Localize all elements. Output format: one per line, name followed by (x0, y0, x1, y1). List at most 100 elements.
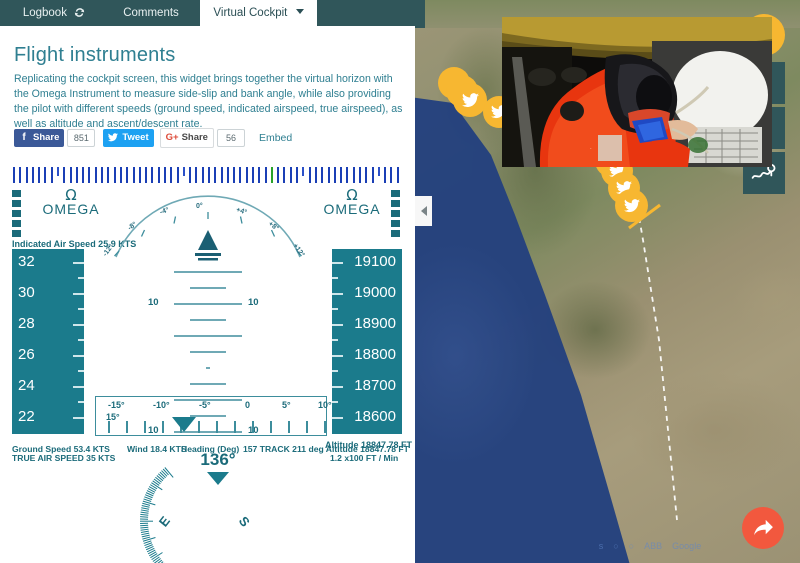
tape-tick (327, 167, 330, 183)
slip-scale-tick (108, 421, 110, 433)
altitude-tick-value: 19100 (354, 253, 396, 270)
tape-tick (57, 167, 60, 176)
embed-link[interactable]: Embed (259, 132, 292, 144)
tape-tick (377, 167, 380, 176)
tape-tick (277, 167, 280, 183)
compass-tick (140, 523, 149, 526)
compass-tick (140, 517, 149, 520)
tape-tick (245, 167, 248, 183)
tape-tick (352, 167, 355, 183)
tape-tick (94, 167, 97, 183)
tape-tick (113, 167, 116, 183)
tape-tick (340, 167, 343, 183)
map-panel[interactable]: + − (415, 0, 800, 563)
cockpit-video-overlay[interactable]: . (502, 17, 772, 167)
pitch-bar (190, 351, 226, 353)
tape-tick (390, 167, 393, 183)
tape-tick (170, 167, 173, 183)
tape-tick (258, 167, 261, 183)
tape-tick (50, 167, 53, 183)
tape-tick (289, 167, 292, 183)
tape-tick (25, 167, 28, 183)
tape-tick (201, 167, 204, 183)
tape-tick (82, 167, 85, 183)
map-attribution-item: Google (672, 541, 702, 551)
refresh-icon[interactable] (74, 2, 85, 28)
twitter-bird-icon (461, 92, 479, 107)
page-description: Replicating the cockpit screen, this wid… (14, 73, 403, 131)
tape-tick (176, 167, 179, 183)
pitch-label-left: 10 (148, 297, 159, 308)
tape-tick (69, 167, 72, 183)
cockpit-panel: Logbook Comments Virtual Cockpit Flight … (0, 0, 415, 563)
tape-tick (157, 167, 160, 183)
map-attribution-item: ○ (628, 541, 635, 551)
altitude-tick (332, 262, 343, 264)
airspeed-tick (73, 355, 84, 357)
altitude-tick-minor (332, 277, 338, 279)
tab-bar-filler (318, 0, 415, 26)
slip-scale-tick (306, 421, 308, 433)
altitude-tick-value: 18700 (354, 377, 396, 394)
slip-scale-tick (270, 421, 272, 433)
airspeed-tape: 32 30 28 26 24 22 (12, 249, 84, 434)
tape-tick (195, 167, 198, 183)
map-attribution-item: s (598, 541, 604, 551)
side-slip-indicator: -15° -10° -5° 0 5° 10° 15° (95, 396, 332, 436)
twitter-share-button[interactable]: Tweet (103, 128, 154, 147)
slip-scale-label: 0 (245, 400, 251, 410)
tab-virtual-cockpit-label: Virtual Cockpit (213, 7, 288, 19)
slip-scale-tick (216, 421, 218, 433)
tab-virtual-cockpit[interactable]: Virtual Cockpit (200, 0, 317, 26)
tape-tick (270, 167, 273, 183)
slip-scale-tick (162, 421, 164, 433)
pitch-bar (174, 303, 242, 305)
facebook-share-button[interactable]: f Share (14, 128, 65, 147)
googleplus-share-button[interactable]: G+ Share (159, 127, 214, 148)
tab-bar: Logbook Comments Virtual Cockpit (0, 0, 415, 26)
tape-tick (138, 167, 141, 183)
bank-label: 0° (196, 203, 203, 210)
tab-comments[interactable]: Comments (105, 0, 197, 26)
tab-logbook[interactable]: Logbook (8, 0, 100, 26)
altitude-tick-minor (332, 339, 338, 341)
pitch-bar (174, 335, 242, 337)
slip-scale-tick (288, 421, 290, 433)
tab-logbook-label: Logbook (22, 7, 67, 19)
tweet-marker[interactable] (615, 189, 648, 222)
twitter-bird-icon (623, 198, 640, 212)
collapse-panel-button[interactable] (415, 196, 432, 226)
tape-tick (208, 167, 210, 183)
tape-tick (107, 167, 110, 183)
slip-scale-tick (234, 421, 236, 433)
tape-tick (233, 167, 236, 183)
tape-tick (252, 167, 255, 183)
slip-scale-tick (144, 421, 146, 433)
compass-tick (140, 519, 153, 522)
altitude-tick-value: 18600 (354, 408, 396, 425)
tape-tick (126, 167, 129, 183)
tape-tick (296, 167, 299, 183)
googleplus-share-label: Share (181, 132, 208, 143)
chevron-down-icon[interactable] (295, 9, 304, 14)
tweet-marker[interactable] (453, 83, 487, 117)
tape-tick (346, 167, 349, 183)
tape-tick (75, 167, 78, 183)
pitch-bar (190, 319, 226, 321)
slip-scale-tick (198, 421, 200, 433)
twitter-icon (108, 132, 119, 143)
tape-tick (220, 167, 223, 183)
tape-tick (226, 167, 229, 183)
airspeed-tick (73, 262, 84, 264)
tape-tick (44, 167, 47, 183)
tape-tick (119, 167, 122, 183)
altitude-tick-minor (332, 370, 338, 372)
tape-tick (63, 167, 66, 183)
airspeed-tick (73, 324, 84, 326)
slip-scale-label: 10° (318, 400, 332, 410)
tape-tick (264, 167, 267, 183)
compass-rose: E S (122, 466, 298, 563)
tape-tick (302, 167, 305, 176)
tape-tick (384, 167, 387, 183)
slip-scale-label: -15° (108, 400, 125, 410)
